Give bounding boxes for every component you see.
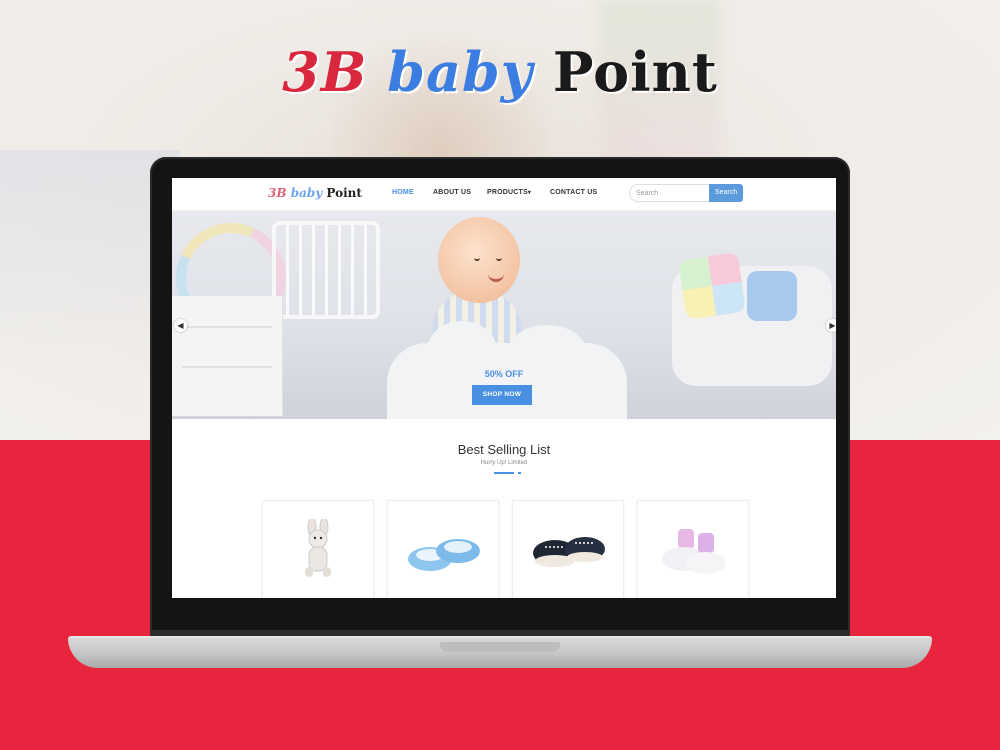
patchwork-pillow [678, 252, 746, 320]
laptop-screen: 3B baby Point HOME ABOUT US PRODUCTS▾ CO… [172, 178, 836, 598]
search-input[interactable]: Search [629, 184, 711, 202]
brand-logo-part2: baby [387, 40, 534, 104]
section-subtitle: Hurry Up! Limited [480, 460, 528, 466]
product-card[interactable] [512, 500, 624, 598]
nav-products-label: PRODUCTS [487, 189, 528, 196]
laptop-notch [440, 642, 560, 652]
hero-banner: 50% OFF SHOP NOW ◀ ▶ [172, 211, 836, 419]
brand-logo: 3B baby Point [0, 40, 1000, 104]
search-button[interactable]: Search [709, 184, 743, 202]
product-card[interactable] [637, 500, 749, 598]
crib-decor [272, 221, 380, 319]
product-card[interactable] [262, 500, 374, 598]
site-navbar: 3B baby Point HOME ABOUT US PRODUCTS▾ CO… [172, 178, 836, 211]
nav-products[interactable]: PRODUCTS▾ [487, 189, 531, 196]
site-logo[interactable]: 3B baby Point [268, 186, 362, 200]
baby-eye [496, 255, 502, 261]
pink-baby-booties-icon [662, 529, 726, 574]
cabinet-decor [172, 296, 283, 416]
nav-about-us[interactable]: ABOUT US [433, 189, 471, 196]
baby-eye [474, 255, 480, 261]
shop-now-button[interactable]: SHOP NOW [472, 385, 532, 405]
black-baby-sneakers-icon [533, 537, 605, 567]
nav-contact-us[interactable]: CONTACT US [550, 189, 597, 196]
product-card[interactable] [387, 500, 499, 598]
title-underline-dot [518, 472, 521, 474]
brand-logo-part3: Point [552, 40, 718, 104]
chevron-right-icon[interactable]: ▶ [826, 319, 836, 332]
site-logo-part1: 3B [268, 186, 287, 200]
cloud-shape [387, 321, 627, 419]
chevron-down-icon: ▾ [527, 190, 532, 196]
brand-logo-part1: 3B [282, 40, 368, 104]
blue-pillow [747, 271, 797, 321]
blue-baby-shoes-icon [408, 539, 480, 571]
chevron-left-icon[interactable]: ◀ [174, 319, 187, 332]
promo-text: 50% OFF [484, 369, 524, 379]
cabinet-shelf [182, 326, 272, 328]
site-logo-part3: Point [326, 186, 362, 200]
cabinet-shelf [182, 366, 272, 368]
title-underline [494, 472, 514, 474]
site-logo-part2: baby [290, 186, 323, 200]
baby-head [438, 217, 520, 303]
section-title: Best Selling List [457, 442, 551, 457]
nav-home[interactable]: HOME [392, 189, 414, 196]
plush-bunny-icon [305, 519, 331, 577]
